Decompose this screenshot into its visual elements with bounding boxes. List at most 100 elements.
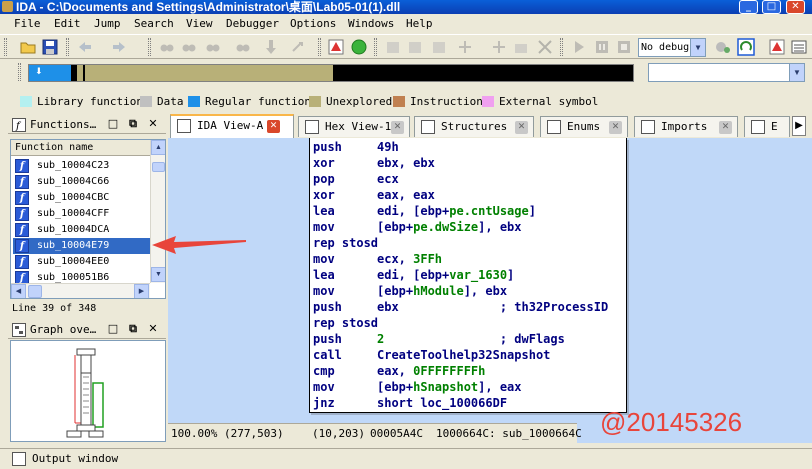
refresh-icon[interactable] [737,38,755,56]
toolbar-grip[interactable] [148,38,151,56]
warning-triangle-icon[interactable] [327,38,345,56]
ida-view-status-bar: 100.00% (277,503) (10,203) 00005A4C 1000… [168,423,582,443]
menu-file[interactable]: File [14,17,41,31]
tab-imports[interactable]: Imports ✕ [634,116,738,137]
column-header-function-name[interactable]: Function name [11,140,151,156]
segment-unexplored [85,65,333,81]
function-row[interactable]: f sub_10004CBC [13,190,150,206]
close-icon[interactable]: ✕ [515,121,528,134]
menu-help[interactable]: Help [406,17,433,31]
jump-icon[interactable] [290,38,308,56]
function-row[interactable]: f sub_10004C66 [13,174,150,190]
tab-hex-view-1[interactable]: Hex View-1 ✕ [298,116,410,137]
pane-minimize-icon[interactable]: □ [106,117,120,131]
function-row[interactable]: f sub_10004C23 [13,158,150,174]
functions-horizontal-scrollbar[interactable]: ◀ ▶ [11,283,150,298]
scroll-down-icon[interactable]: ▼ [151,267,165,282]
operand-part: ], eax [478,380,522,394]
menu-jump[interactable]: Jump [94,17,121,31]
functions-list[interactable]: Function name f sub_10004C23 f sub_10004C6… [10,139,166,299]
stop-icon[interactable] [615,38,633,56]
menu-edit[interactable]: Edit [54,17,81,31]
function-row[interactable]: f sub_10004DCA [13,222,150,238]
scroll-right-icon[interactable]: ▶ [134,284,149,298]
pane-float-icon[interactable]: ⧉ [126,117,140,131]
function-row[interactable]: f sub_10004CFF [13,206,150,222]
save-icon[interactable] [41,38,59,56]
close-button[interactable]: ✕ [786,0,805,14]
close-icon[interactable]: ✕ [391,121,404,134]
code-block[interactable]: push 49h xor ebx, ebx pop ecx xor eax, eax lea ed… [309,138,627,413]
close-icon[interactable]: ✕ [609,121,622,134]
help-icon[interactable] [768,38,786,56]
close-icon[interactable]: ✕ [267,120,280,133]
address-combo[interactable]: ▼ [648,63,805,82]
down-arrow-icon[interactable] [262,38,280,56]
minimize-button[interactable]: _ [739,0,758,14]
undefine-x-icon[interactable] [536,38,554,56]
chevron-down-icon[interactable]: ▼ [789,64,804,81]
tab-structures[interactable]: Structures ✕ [414,116,534,137]
scroll-left-icon[interactable]: ◀ [11,284,26,298]
tab-ida-view-a[interactable]: IDA View-A ✕ [170,114,294,138]
binoculars-next-icon[interactable] [204,38,222,56]
functions-vertical-scrollbar[interactable]: ▲ ▼ [150,140,165,283]
scroll-up-icon[interactable]: ▲ [151,140,165,155]
navigation-band[interactable]: ⬇ [28,64,634,82]
chevron-down-icon[interactable]: ▼ [690,39,705,56]
pane-close-icon[interactable]: ✕ [146,322,160,336]
make-string-icon[interactable] [456,38,474,56]
tab-exports[interactable]: E [744,116,790,137]
green-circle-icon[interactable] [350,38,368,56]
make-code-icon[interactable] [384,38,402,56]
make-array-icon[interactable] [430,38,448,56]
function-f-icon: f [15,207,29,221]
pane-close-icon[interactable]: ✕ [146,117,160,131]
make-data-icon[interactable] [406,38,424,56]
menu-view[interactable]: View [186,17,213,31]
toolbar-grip[interactable] [4,38,7,56]
forward-arrow-icon[interactable] [110,38,128,56]
graph-overview-canvas[interactable] [10,340,166,442]
debugger-options-icon[interactable] [714,38,732,56]
list-icon[interactable] [790,38,808,56]
rename-icon[interactable] [512,38,530,56]
operand-part: ecx, [377,252,414,266]
binoculars-text-icon[interactable] [158,38,176,56]
scroll-thumb[interactable] [28,285,42,298]
menu-options[interactable]: Options [290,17,336,31]
pane-minimize-icon[interactable]: □ [106,322,120,336]
graph-overview-title: Graph ove… [30,323,97,336]
mnemonic: call [313,348,342,362]
menu-windows[interactable]: Windows [348,17,394,31]
graph-overview-header: Graph ove… □ ⧉ ✕ [8,321,166,339]
ida-view-graph[interactable]: push 49h xor ebx, ebx pop ecx xor eax, eax lea ed… [168,138,812,443]
scroll-thumb[interactable] [152,162,165,172]
toolbar-grip[interactable] [560,38,563,56]
cursor-position-status: (10,203) [312,427,365,440]
menu-search[interactable]: Search [134,17,174,31]
function-row[interactable]: f sub_10004EE0 [13,254,150,270]
function-row-selected[interactable]: f sub_10004E79 [13,238,150,254]
back-arrow-icon[interactable] [76,38,94,56]
toolbar-grip[interactable] [18,63,21,81]
pause-icon[interactable] [593,38,611,56]
menu-debugger[interactable]: Debugger [226,17,279,31]
toolbar-grip[interactable] [374,38,377,56]
tab-scroll-right-icon[interactable]: ▶ [792,116,806,136]
struct-var-icon[interactable] [490,38,508,56]
binoculars-binary-icon[interactable] [180,38,198,56]
maximize-button[interactable]: □ [762,0,781,14]
operands: ecx [377,171,399,187]
search-all-icon[interactable] [234,38,252,56]
debugger-select[interactable]: No debug ▼ [638,38,706,57]
tab-enums[interactable]: Enums ✕ [540,116,628,137]
pane-float-icon[interactable]: ⧉ [126,322,140,336]
graph-overview-thumbnail [66,348,104,438]
function-f-icon: f [15,159,29,173]
run-play-icon[interactable] [570,38,588,56]
toolbar-grip[interactable] [318,38,321,56]
open-folder-icon[interactable] [19,38,37,56]
close-icon[interactable]: ✕ [719,121,732,134]
toolbar-grip[interactable] [66,38,69,56]
